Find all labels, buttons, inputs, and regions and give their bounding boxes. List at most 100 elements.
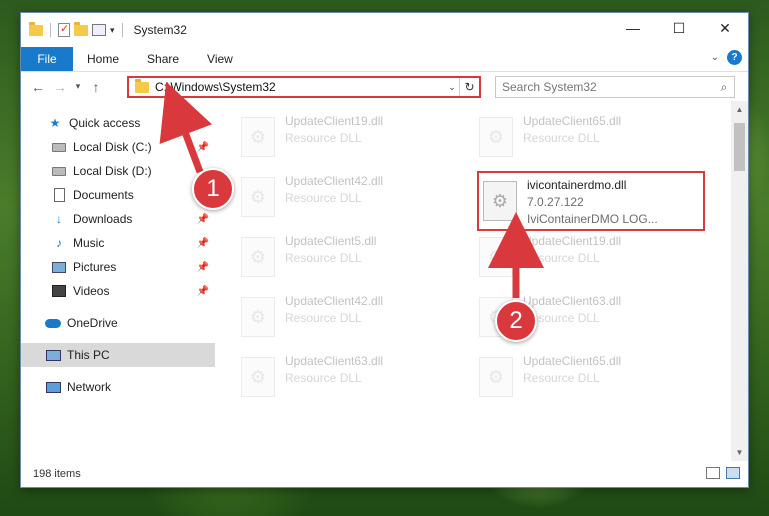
title-bar: ▾ System32 — ☐ ✕ [21, 13, 748, 47]
tab-file[interactable]: File [21, 47, 73, 71]
pin-icon[interactable]: 📌 [197, 286, 209, 297]
sidebar-item-documents[interactable]: Documents 📌 [21, 183, 215, 207]
customize-icon[interactable] [92, 24, 106, 36]
file-type: Resource DLL [285, 191, 362, 205]
dll-file-icon: ⚙ [241, 297, 275, 337]
search-box[interactable]: ⌕ [495, 76, 735, 98]
file-type: Resource DLL [285, 131, 362, 145]
address-path[interactable]: C:\Windows\System32 [155, 80, 445, 94]
dll-file-icon: ⚙ [241, 237, 275, 277]
view-toggle [706, 467, 740, 479]
sidebar-item-local-disk-c[interactable]: Local Disk (C:) 📌 [21, 135, 215, 159]
new-folder-icon[interactable] [74, 21, 88, 36]
sidebar-item-videos[interactable]: Videos 📌 [21, 279, 215, 303]
file-tile[interactable]: ⚙ UpdateClient19.dll Resource DLL [479, 233, 707, 283]
file-tile[interactable]: ⚙ UpdateClient65.dll Resource DLL [479, 353, 707, 403]
dll-file-icon: ⚙ [479, 117, 513, 157]
scroll-down-icon[interactable]: ▼ [731, 444, 748, 461]
file-tile[interactable]: ⚙ UpdateClient63.dll Resource DLL [241, 353, 469, 403]
sidebar-item-network[interactable]: Network [21, 375, 215, 399]
file-tile[interactable]: ⚙ UpdateClient65.dll Resource DLL [479, 113, 707, 163]
dll-file-icon: ⚙ [479, 237, 513, 277]
sidebar-item-onedrive[interactable]: OneDrive [21, 311, 215, 335]
address-row: ← → ▾ ↑ C:\Windows\System32 ⌄ ↻ ⌕ [21, 71, 748, 101]
close-button[interactable]: ✕ [702, 13, 748, 43]
folder-icon [135, 78, 149, 93]
properties-check-icon[interactable] [58, 22, 70, 37]
file-explorer-window: ▾ System32 — ☐ ✕ File Home Share View ⌄ … [20, 12, 749, 488]
pin-icon[interactable]: 📌 [197, 262, 209, 273]
sidebar-item-label: OneDrive [67, 316, 118, 330]
sidebar-item-label: Quick access [69, 116, 141, 130]
sidebar-item-this-pc[interactable]: This PC [21, 343, 215, 367]
file-name: UpdateClient19.dll [523, 234, 622, 248]
tab-home[interactable]: Home [73, 47, 133, 71]
music-icon: ♪ [56, 236, 62, 250]
scroll-thumb[interactable] [734, 123, 745, 171]
file-type: Resource DLL [285, 251, 362, 265]
file-tile[interactable]: ⚙ UpdateClient42.dll Resource DLL [241, 293, 469, 343]
videos-icon [51, 284, 67, 298]
sidebar-item-label: Videos [73, 284, 110, 298]
recent-locations-icon[interactable]: ▾ [71, 81, 85, 92]
tab-view[interactable]: View [193, 47, 247, 71]
window-controls: — ☐ ✕ [610, 13, 748, 43]
file-tile[interactable]: ⚙ UpdateClient5.dll Resource DLL [241, 233, 469, 283]
file-type: Resource DLL [523, 251, 600, 265]
documents-icon [51, 188, 67, 202]
tab-share[interactable]: Share [133, 47, 193, 71]
sidebar-item-label: Pictures [73, 260, 117, 274]
file-type: Resource DLL [523, 131, 600, 145]
back-arrow-icon[interactable]: ← [27, 79, 49, 95]
file-name: UpdateClient42.dll [285, 174, 384, 188]
search-icon[interactable]: ⌕ [714, 80, 734, 95]
pin-icon[interactable]: 📌 [197, 142, 209, 153]
file-name: UpdateClient63.dll [285, 354, 384, 368]
file-tile[interactable]: ⚙ UpdateClient19.dll Resource DLL [241, 113, 469, 163]
file-tile-ivicontainerdmo[interactable]: ⚙ ivicontainerdmo.dll 7.0.27.122 IviContai… [477, 171, 705, 231]
file-type: Resource DLL [285, 311, 362, 325]
sidebar-item-music[interactable]: ♪ Music 📌 [21, 231, 215, 255]
file-list: ⚙ UpdateClient19.dll Resource DLL ⚙ Updat… [215, 101, 748, 461]
details-view-icon[interactable] [706, 467, 720, 479]
expand-ribbon-icon[interactable]: ⌄ [711, 52, 719, 63]
scroll-up-icon[interactable]: ▲ [731, 101, 748, 118]
file-tile[interactable]: ⚙ UpdateClient42.dll Resource DLL [241, 173, 469, 223]
refresh-icon[interactable]: ↻ [459, 78, 479, 96]
file-type: Resource DLL [523, 311, 600, 325]
pin-icon[interactable]: 📌 [197, 238, 209, 249]
star-icon: ★ [49, 116, 61, 130]
minimize-button[interactable]: — [610, 13, 656, 43]
pictures-icon [51, 260, 67, 274]
tiles-view-icon[interactable] [726, 467, 740, 479]
address-bar[interactable]: C:\Windows\System32 ⌄ ↻ [127, 76, 481, 98]
sidebar-item-local-disk-d[interactable]: Local Disk (D:) [21, 159, 215, 183]
status-bar: 198 items [21, 461, 748, 487]
step-1-badge: 1 [192, 168, 234, 210]
navigation-pane: ★ Quick access Local Disk (C:) 📌 Local D… [21, 101, 215, 461]
dll-file-icon: ⚙ [241, 177, 275, 217]
file-name: ivicontainerdmo.dll [527, 178, 627, 192]
toolbar-divider [121, 23, 123, 37]
search-input[interactable] [502, 80, 714, 94]
quick-access-toolbar: ▾ [21, 21, 126, 37]
pin-icon[interactable]: 📌 [197, 214, 209, 225]
sidebar-item-label: Music [73, 236, 105, 250]
maximize-button[interactable]: ☐ [656, 13, 702, 43]
dll-file-icon: ⚙ [241, 357, 275, 397]
vertical-scrollbar[interactable]: ▲ ▼ [731, 101, 748, 461]
onedrive-icon [45, 316, 61, 330]
sidebar-item-label: Documents [73, 188, 134, 202]
qat-dropdown-icon[interactable]: ▾ [110, 25, 115, 36]
help-icon[interactable]: ? [727, 50, 742, 65]
address-dropdown-icon[interactable]: ⌄ [445, 82, 459, 93]
sidebar-item-quick-access[interactable]: ★ Quick access [21, 111, 215, 135]
forward-arrow-icon[interactable]: → [49, 79, 71, 95]
file-description: IviContainerDMO LOG... [527, 212, 658, 226]
sidebar-item-pictures[interactable]: Pictures 📌 [21, 255, 215, 279]
up-arrow-icon[interactable]: ↑ [85, 79, 107, 95]
sidebar-item-downloads[interactable]: ↓ Downloads 📌 [21, 207, 215, 231]
window-title: System32 [133, 23, 187, 37]
sidebar-item-label: Downloads [73, 212, 133, 226]
file-name: UpdateClient63.dll [523, 294, 622, 308]
